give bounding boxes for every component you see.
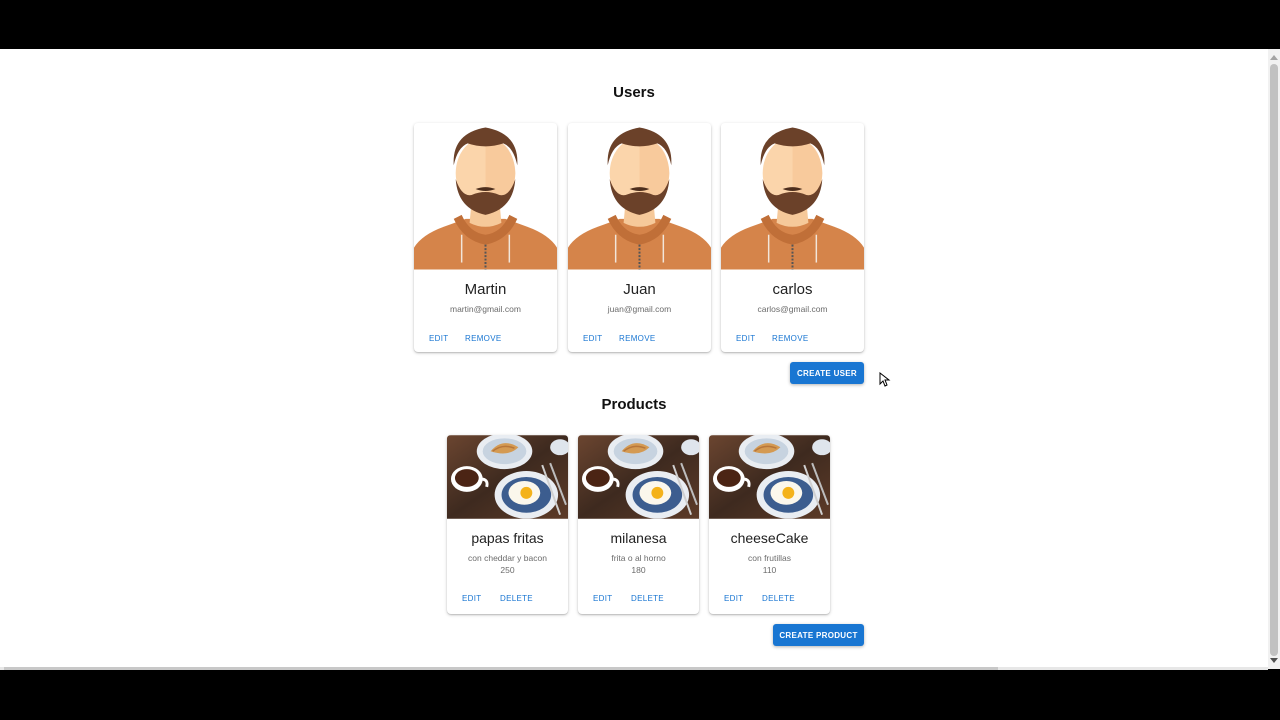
mouse-cursor-icon [879,372,891,387]
user-avatar-image [568,123,711,270]
product-description: con cheddar y bacon [468,553,547,563]
create-user-button[interactable]: CREATE USER [790,362,864,384]
edit-user-button[interactable]: EDIT [736,334,755,343]
vertical-scrollbar[interactable] [1268,49,1280,669]
scrollbar-thumb[interactable] [1270,64,1278,656]
product-price: 180 [631,565,646,575]
product-card: papas fritas con cheddar y bacon 250 EDI… [447,435,568,614]
products-heading: Products [601,396,667,413]
scroll-down-icon[interactable] [1270,658,1278,663]
horizontal-scrollbar-thumb[interactable] [4,667,998,670]
delete-product-button[interactable]: DELETE [762,594,795,603]
create-product-button[interactable]: CREATE PRODUCT [773,624,864,646]
user-email: carlos@gmail.com [757,304,828,314]
user-email: juan@gmail.com [607,304,672,314]
delete-product-button[interactable]: DELETE [631,594,664,603]
product-card: milanesa frita o al horno 180 EDIT DELET… [578,435,699,614]
user-card: carlos carlos@gmail.com EDIT REMOVE [721,123,864,352]
product-price: 250 [500,565,515,575]
horizontal-scrollbar[interactable] [0,667,1268,670]
user-email: martin@gmail.com [450,304,521,314]
product-image [709,435,830,519]
product-description: frita o al horno [611,553,666,563]
product-card: cheeseCake con frutillas 110 EDIT DELETE [709,435,830,614]
product-price: 110 [762,565,777,575]
user-avatar-image [721,123,864,270]
user-card: Juan juan@gmail.com EDIT REMOVE [568,123,711,352]
remove-user-button[interactable]: REMOVE [465,334,501,343]
user-avatar-image [414,123,557,270]
user-name: carlos [772,281,813,298]
edit-product-button[interactable]: EDIT [724,594,743,603]
edit-user-button[interactable]: EDIT [583,334,602,343]
edit-product-button[interactable]: EDIT [462,594,481,603]
edit-user-button[interactable]: EDIT [429,334,448,343]
product-name: papas fritas [471,530,544,546]
remove-user-button[interactable]: REMOVE [619,334,655,343]
remove-user-button[interactable]: REMOVE [772,334,808,343]
edit-product-button[interactable]: EDIT [593,594,612,603]
product-image [447,435,568,519]
user-name: Martin [464,281,507,298]
product-description: con frutillas [748,553,791,563]
product-name: cheeseCake [730,530,809,546]
user-name: Juan [623,281,656,298]
product-image [578,435,699,519]
user-card: Martin martin@gmail.com EDIT REMOVE [414,123,557,352]
page-viewport: Users Martin martin@gmail.com EDIT REMOV… [0,49,1268,669]
delete-product-button[interactable]: DELETE [500,594,533,603]
product-name: milanesa [610,530,667,546]
scroll-up-icon[interactable] [1270,55,1278,60]
users-heading: Users [613,84,655,101]
